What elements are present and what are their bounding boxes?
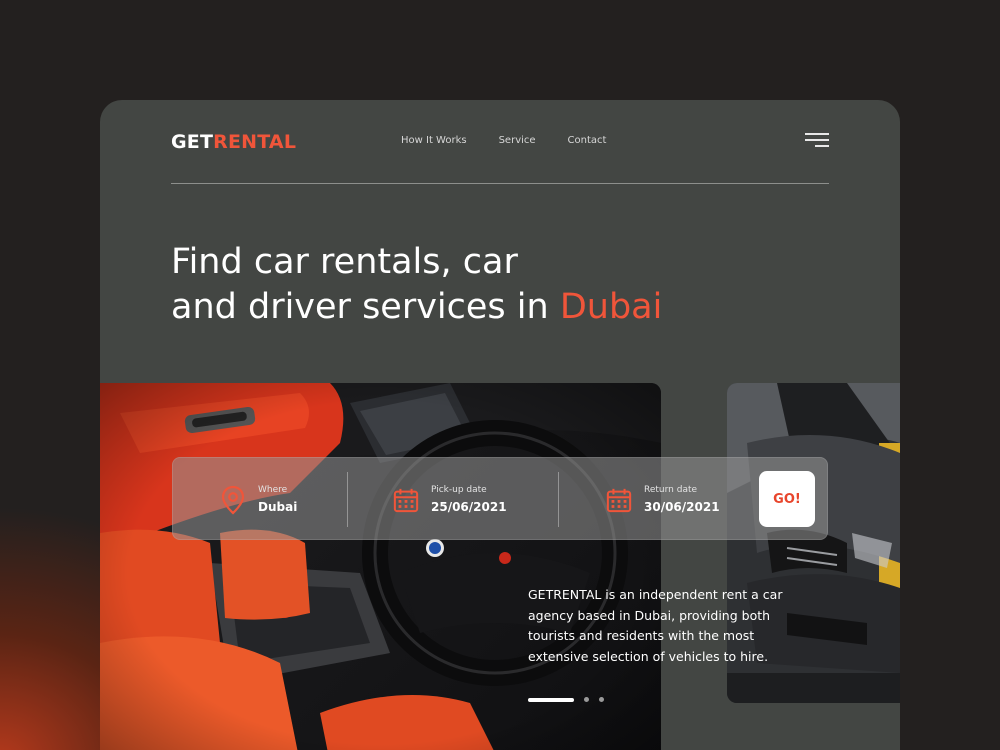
brand-logo[interactable]: GETRENTAL [171,131,296,153]
logo-part-get: GET [171,131,214,153]
return-value: 30/06/2021 [644,500,720,514]
logo-part-rental: RENTAL [213,131,297,153]
calendar-icon [606,488,632,512]
hero-line-2-prefix: and driver services in [171,287,560,327]
carousel-dot-1[interactable] [528,697,574,702]
nav-contact[interactable]: Contact [568,135,607,146]
return-date-field[interactable]: Return date 30/06/2021 [606,458,720,541]
return-label: Return date [644,485,698,495]
where-field[interactable]: Where Dubai [220,458,297,541]
nav-service[interactable]: Service [499,135,536,146]
carousel-dot-3[interactable] [599,697,604,702]
rental-search-bar: Where Dubai Pick-up date 25/06/2021 Retu… [172,457,828,540]
hero-line-1: Find car rentals, car [171,242,518,282]
agency-description: GETRENTAL is an independent rent a car a… [528,587,783,664]
where-value: Dubai [258,500,298,514]
where-label: Where [258,485,288,495]
header-divider [171,183,829,184]
field-separator [347,472,348,527]
field-separator [558,472,559,527]
pickup-value: 25/06/2021 [431,500,507,514]
carousel-dot-2[interactable] [584,697,589,702]
pickup-date-field[interactable]: Pick-up date 25/06/2021 [393,458,507,541]
nav-how-it-works[interactable]: How It Works [401,135,467,146]
location-pin-icon [221,485,245,514]
pickup-label: Pick-up date [431,485,487,495]
hero-heading: Find car rentals, car and driver service… [171,240,662,330]
site-frame: GETRENTAL How It Works Service Contact F… [100,100,900,750]
go-button[interactable]: GO! [759,471,815,527]
main-nav: How It Works Service Contact [401,135,606,146]
menu-icon[interactable] [805,133,829,149]
car-interior-photo [100,383,661,750]
calendar-icon [393,488,419,512]
hero-city: Dubai [559,287,663,327]
carousel-indicators [528,697,604,702]
